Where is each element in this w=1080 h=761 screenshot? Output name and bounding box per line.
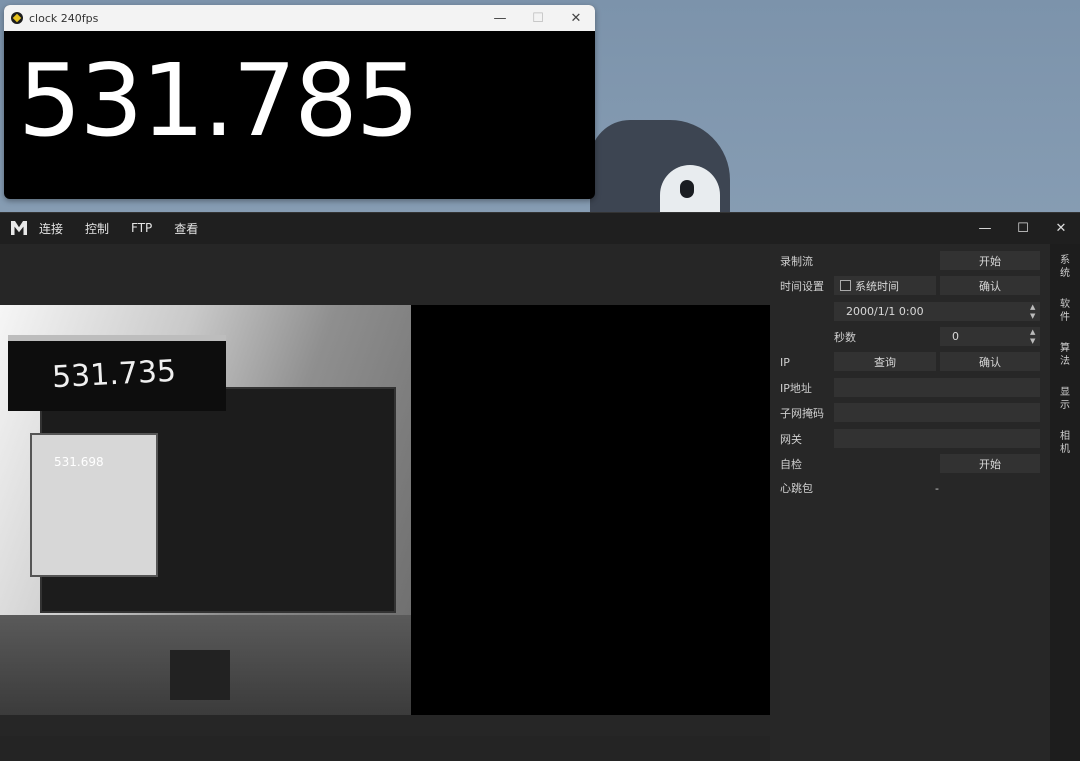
camera-preview-image: 531.735 531.698 [0,305,411,715]
app-logo-icon [11,221,27,235]
gateway-label: 网关 [780,433,802,446]
app-titlebar[interactable]: 连接 控制 FTP 查看 — ☐ ✕ [0,213,1080,243]
heartbeat-label: 心跳包 [780,482,813,495]
record-start-button[interactable]: 开始 [940,251,1040,270]
settings-panel: 录制流 开始 时间设置 系统时间 确认 2000/1/1 0:00 ▲ ▼ 秒数 … [770,244,1050,761]
menu-control[interactable]: 控制 [85,220,109,237]
video-frame: 531.735 531.698 [0,305,770,715]
ip-address-label: IP地址 [780,382,812,395]
tab-system[interactable]: 系统 [1050,254,1080,280]
datetime-input[interactable]: 2000/1/1 0:00 ▲ ▼ [834,302,1040,321]
seconds-label: 秒数 [834,331,856,344]
record-stream-label: 录制流 [780,255,813,268]
datetime-value: 2000/1/1 0:00 [846,305,924,318]
clock-window: clock 240fps — ☐ ✕ 531.785 [4,5,595,199]
captured-inner-clock-text: 531.698 [54,455,104,469]
ip-label: IP [780,355,790,369]
close-button[interactable]: ✕ [1042,213,1080,243]
system-time-checkbox[interactable]: 系统时间 [834,276,936,295]
ip-query-button[interactable]: 查询 [834,352,936,371]
seconds-value: 0 [952,330,959,343]
clock-window-title: clock 240fps [29,11,99,25]
tab-software[interactable]: 软件 [1050,298,1080,324]
video-area: 531.735 531.698 [0,244,770,736]
captured-monitor-stand [170,650,230,700]
ip-address-field[interactable] [834,378,1040,397]
camera-control-app-window: 连接 控制 FTP 查看 — ☐ ✕ 531.735 531.698 录制流 开… [0,212,1080,761]
clock-time-display: 531.785 [18,42,420,159]
app-logo-icon [11,12,23,24]
close-button[interactable]: ✕ [557,5,595,31]
self-test-label: 自检 [780,458,802,471]
captured-clock-text: 531.735 [51,353,177,396]
wallpaper-figure-eye [680,180,694,198]
tab-display[interactable]: 显示 [1050,386,1080,412]
side-tab-bar: 系统 软件 算法 显示 相机 [1050,244,1080,761]
datetime-spinner-icon[interactable]: ▲ ▼ [1030,303,1038,320]
menu-view[interactable]: 查看 [174,220,198,237]
maximize-button[interactable]: ☐ [1004,213,1042,243]
subnet-mask-field[interactable] [834,403,1040,422]
seconds-input[interactable]: 0 ▲ ▼ [940,327,1040,346]
clock-window-titlebar[interactable]: clock 240fps — ☐ ✕ [4,5,595,31]
tab-camera[interactable]: 相机 [1050,430,1080,456]
self-test-start-button[interactable]: 开始 [940,454,1040,473]
subnet-mask-label: 子网掩码 [780,407,824,420]
gateway-field[interactable] [834,429,1040,448]
status-bar [0,736,770,761]
menu-connect[interactable]: 连接 [39,220,63,237]
tab-algorithm[interactable]: 算法 [1050,342,1080,368]
time-confirm-button[interactable]: 确认 [940,276,1040,295]
seconds-spinner-icon[interactable]: ▲ ▼ [1030,328,1038,345]
time-setting-label: 时间设置 [780,280,824,293]
ip-confirm-button[interactable]: 确认 [940,352,1040,371]
system-time-label: 系统时间 [855,279,899,293]
checkbox-box[interactable] [840,280,851,291]
minimize-button[interactable]: — [481,5,519,31]
menu-ftp[interactable]: FTP [131,221,152,235]
maximize-button[interactable]: ☐ [519,5,557,31]
minimize-button[interactable]: — [966,213,1004,243]
heartbeat-value: - [935,481,939,495]
